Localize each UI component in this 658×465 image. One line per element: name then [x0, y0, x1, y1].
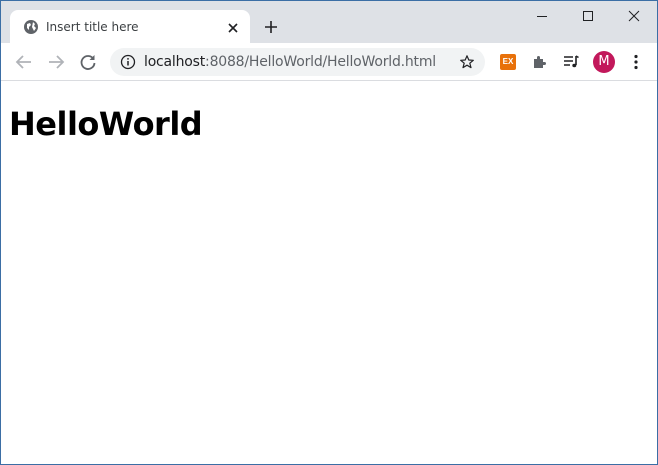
minimize-icon[interactable] [519, 1, 565, 31]
more-menu-icon[interactable] [627, 53, 645, 71]
profile-avatar[interactable]: M [593, 51, 615, 73]
globe-icon [23, 19, 39, 35]
browser-toolbar: localhost:8088/HelloWorld/HelloWorld.htm… [1, 43, 657, 81]
url-text[interactable]: localhost:8088/HelloWorld/HelloWorld.htm… [144, 54, 436, 70]
url-host: localhost [144, 54, 206, 70]
bookmark-star-icon[interactable] [459, 54, 475, 70]
extension-ex-icon[interactable]: EX [500, 54, 516, 70]
reload-icon[interactable] [77, 51, 99, 73]
back-arrow-icon[interactable] [13, 51, 35, 73]
tab-title: Insert title here [46, 20, 139, 34]
page-content: HelloWorld [1, 81, 657, 464]
maximize-icon[interactable] [565, 1, 611, 31]
tab-strip: Insert title here [1, 1, 657, 43]
close-window-icon[interactable] [611, 1, 657, 31]
extensions-puzzle-icon[interactable] [531, 53, 549, 71]
media-control-icon[interactable] [562, 53, 580, 71]
page-heading: HelloWorld [9, 105, 203, 143]
forward-arrow-icon[interactable] [45, 51, 67, 73]
url-path: :8088/HelloWorld/HelloWorld.html [205, 54, 436, 70]
browser-window: Insert title here localhost:8088/HelloWo… [0, 0, 658, 465]
close-tab-icon[interactable] [225, 20, 241, 36]
info-icon[interactable] [120, 54, 136, 70]
new-tab-icon[interactable] [262, 18, 280, 36]
address-bar[interactable]: localhost:8088/HelloWorld/HelloWorld.htm… [110, 48, 485, 76]
browser-tab[interactable]: Insert title here [10, 10, 250, 43]
